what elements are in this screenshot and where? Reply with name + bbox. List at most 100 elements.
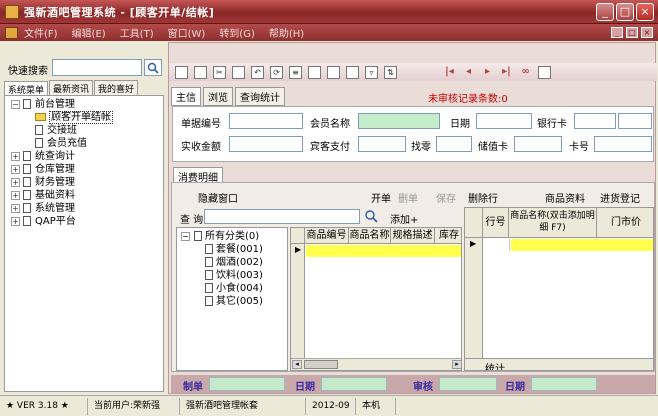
hide-window-button[interactable]: 隐藏窗口 <box>198 190 238 205</box>
minimize-button[interactable]: _ <box>596 2 614 21</box>
tree-node-qap[interactable]: + QAP平台 <box>5 215 163 228</box>
open-icon[interactable] <box>194 65 207 79</box>
category-tobacco-liquor[interactable]: 烟酒(002) <box>177 256 287 269</box>
tree-node-system[interactable]: + 系统管理 <box>5 202 163 215</box>
amount-received-field[interactable] <box>229 136 303 152</box>
cut-icon[interactable]: ✂ <box>213 65 226 79</box>
delete-row-button[interactable]: 删除行 <box>468 190 498 205</box>
guest-payment-field[interactable] <box>358 136 406 152</box>
col-retail-price[interactable]: 门市价 <box>597 208 653 237</box>
tree-node-finance[interactable]: + 财务管理 <box>5 176 163 189</box>
sign-date1-field[interactable] <box>321 377 387 391</box>
tab-latest-news[interactable]: 最新资讯 <box>49 80 94 96</box>
next-record-icon[interactable]: ▸ <box>481 66 494 79</box>
menu-help[interactable]: 帮助(H) <box>269 25 304 40</box>
tree-node-shift-handover[interactable]: 交接班 <box>5 124 163 137</box>
expand-icon[interactable]: + <box>11 177 20 187</box>
delete-bill-button[interactable]: 删单 <box>398 190 418 205</box>
add-product-button[interactable]: 添加+ <box>390 211 418 226</box>
filter-icon[interactable]: ▿ <box>365 65 378 79</box>
tab-browse[interactable]: 浏览 <box>203 87 233 106</box>
category-all[interactable]: − 所有分类(0) <box>177 230 287 243</box>
tree-node-warehouse[interactable]: + 仓库管理 <box>5 163 163 176</box>
tab-main[interactable]: 主信 <box>171 87 201 106</box>
purchase-entry-button[interactable]: 进货登记 <box>600 190 640 205</box>
quick-search-button[interactable] <box>144 59 162 76</box>
col-product-name-add[interactable]: 商品名称(双击添加明细 F7) <box>509 208 597 237</box>
tree-node-member-recharge[interactable]: 会员充值 <box>5 137 163 150</box>
tree-node-basic-data[interactable]: + 基础资料 <box>5 189 163 202</box>
collapse-icon[interactable]: − <box>181 231 190 241</box>
menu-tools[interactable]: 工具(T) <box>120 25 154 40</box>
menu-file[interactable]: 文件(F) <box>24 25 58 40</box>
category-set-meal[interactable]: 套餐(001) <box>177 243 287 256</box>
card-no-field[interactable] <box>594 136 652 152</box>
refresh-icon[interactable]: ⟳ <box>270 65 283 79</box>
collapse-icon[interactable]: − <box>11 99 20 109</box>
print-icon[interactable] <box>327 65 340 79</box>
category-drinks[interactable]: 饮料(003) <box>177 269 287 282</box>
expand-icon[interactable]: + <box>11 190 20 200</box>
mdi-close-button[interactable]: × <box>641 27 653 38</box>
product-grid-hscroll[interactable]: ◂ ▸ <box>291 358 461 370</box>
menu-edit[interactable]: 编辑(E) <box>72 25 106 40</box>
bill-no-label: 单据编号 <box>181 119 221 130</box>
export-icon[interactable] <box>346 65 359 79</box>
copy-icon[interactable] <box>232 65 245 79</box>
col-product-code[interactable]: 商品编号 <box>305 228 349 243</box>
bank-card-extra-field[interactable] <box>618 113 652 129</box>
menu-window[interactable]: 窗口(W) <box>168 25 206 40</box>
col-product-name[interactable]: 商品名称 <box>349 228 391 243</box>
expand-icon[interactable]: + <box>11 164 20 174</box>
selected-order-row[interactable] <box>511 239 653 251</box>
save-button[interactable]: 保存 <box>436 190 456 205</box>
bank-card-field[interactable] <box>574 113 616 129</box>
sign-date2-field[interactable] <box>531 377 597 391</box>
first-record-icon[interactable]: |◂ <box>443 66 456 79</box>
expand-icon[interactable]: + <box>11 151 20 161</box>
scroll-left-icon[interactable]: ◂ <box>292 360 302 369</box>
tree-node-front-desk[interactable]: − 前台管理 <box>5 98 163 111</box>
scroll-thumb[interactable] <box>304 360 338 369</box>
mdi-restore-button[interactable]: □ <box>626 27 638 38</box>
prev-record-icon[interactable]: ◂ <box>462 66 475 79</box>
member-name-field[interactable] <box>358 113 440 129</box>
review-field[interactable] <box>439 377 497 391</box>
selected-row[interactable] <box>306 245 461 257</box>
line-no-cell[interactable] <box>484 239 510 251</box>
col-stock[interactable]: 库存 <box>435 228 461 243</box>
expand-icon[interactable]: + <box>11 203 20 213</box>
maximize-button[interactable]: □ <box>616 2 634 21</box>
mdi-minimize-button[interactable]: _ <box>611 27 623 38</box>
tree-node-statistics[interactable]: + 统查询计 <box>5 150 163 163</box>
menu-goto[interactable]: 转到(G) <box>219 25 255 40</box>
col-spec[interactable]: 规格描述 <box>391 228 435 243</box>
exit-icon[interactable] <box>538 65 551 79</box>
close-button[interactable]: × <box>636 2 654 21</box>
col-line-no[interactable]: 行号 <box>483 208 509 237</box>
stored-card-field[interactable] <box>514 136 562 152</box>
date-field[interactable] <box>476 113 532 129</box>
change-field[interactable] <box>436 136 472 152</box>
category-snacks[interactable]: 小食(004) <box>177 282 287 295</box>
quick-search-input[interactable] <box>52 59 142 76</box>
list-icon[interactable]: ≡ <box>289 65 302 79</box>
glasses-icon[interactable]: ∞ <box>519 66 532 79</box>
maker-field[interactable] <box>209 377 285 391</box>
product-info-button[interactable]: 商品资料 <box>545 190 585 205</box>
tab-favorites[interactable]: 我的喜好 <box>94 80 139 96</box>
preview-icon[interactable] <box>308 65 321 79</box>
expand-icon[interactable]: + <box>11 216 20 226</box>
undo-icon[interactable]: ↶ <box>251 65 264 79</box>
tree-node-checkout[interactable]: 顾客开单结帐 <box>5 111 163 124</box>
new-icon[interactable] <box>175 65 188 79</box>
bill-no-field[interactable] <box>229 113 303 129</box>
last-record-icon[interactable]: ▸| <box>500 66 513 79</box>
scroll-right-icon[interactable]: ▸ <box>452 360 461 369</box>
product-query-input[interactable] <box>204 209 360 224</box>
product-query-button[interactable] <box>364 209 379 224</box>
tab-query-stats[interactable]: 查询统计 <box>235 87 285 106</box>
sort-icon[interactable]: ⇅ <box>384 65 397 79</box>
open-bill-button[interactable]: 开单 <box>371 190 391 205</box>
category-other[interactable]: 其它(005) <box>177 295 287 308</box>
